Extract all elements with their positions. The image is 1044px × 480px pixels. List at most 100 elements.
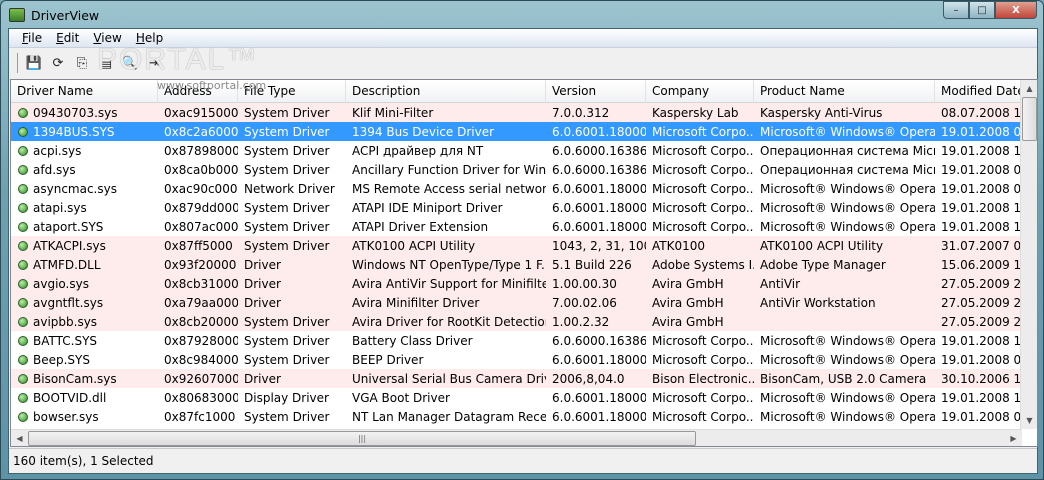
cell-driver-name: atapi.sys (33, 200, 87, 215)
cell-address: 0xac90c000 (164, 181, 238, 196)
driver-list[interactable]: Driver Name Address File Type Description Ve… (10, 79, 1038, 447)
table-row[interactable]: atapi.sys 0x879dd000 System Driver ATAPI ID… (11, 198, 1021, 217)
cell: avipbb.sys (11, 315, 158, 329)
column-modified-date[interactable]: Modified Date (935, 80, 1021, 103)
cell-product-name: AntiVir (760, 276, 801, 291)
cell-description: NT Lan Manager Datagram Recei... (352, 409, 546, 424)
cell-product-name: Kaspersky Anti-Virus (760, 105, 883, 120)
cell-version: 1.00.00.30 (552, 276, 617, 291)
cell-modified-date: 27.05.2009 23:2 (941, 314, 1021, 329)
driver-icon (18, 240, 28, 251)
cell-modified-date: 08.07.2008 14:5 (941, 105, 1021, 120)
cell-version: 1.00.2.32 (552, 314, 610, 329)
driver-icon (18, 202, 28, 213)
cell-product-name: AntiVir Workstation (760, 295, 876, 310)
scroll-right-icon[interactable]: ▶ (1005, 430, 1022, 446)
cell-company: Kaspersky Lab (652, 105, 739, 120)
cell-description: Avira AntiVir Support for Minifilter (352, 276, 546, 291)
table-row[interactable]: BATTC.SYS 0x87928000 System Driver Battery … (11, 331, 1021, 350)
cell-address: 0xa79aa000 (164, 295, 238, 310)
menu-edit[interactable]: Edit (49, 31, 86, 45)
driver-icon (18, 183, 28, 194)
scroll-down-icon[interactable]: ▼ (1021, 412, 1037, 429)
cell-company: Bison Electronic... (652, 371, 754, 386)
cell-company: Adobe Systems I... (652, 257, 754, 272)
table-row[interactable]: avgio.sys 0x8cb31000 Driver Avira AntiVir S… (11, 274, 1021, 293)
maximize-button[interactable]: □ (969, 1, 995, 19)
copy-icon[interactable]: ⎘ (72, 53, 92, 73)
vertical-scroll-thumb[interactable] (1022, 97, 1037, 141)
driver-icon (18, 107, 28, 118)
cell-driver-name: avgntflt.sys (33, 295, 104, 310)
table-row[interactable]: BOOTVID.dll 0x80683000 Display Driver VGA B… (11, 388, 1021, 407)
table-row[interactable]: afd.sys 0x8ca0b000 System Driver Ancillary … (11, 160, 1021, 179)
cell-modified-date: 19.01.2008 08:4 (941, 352, 1021, 367)
column-product-name[interactable]: Product Name (754, 80, 935, 103)
cell-company: Microsoft Corpo... (652, 219, 754, 234)
cell-driver-name: BOOTVID.dll (33, 390, 107, 405)
cell-modified-date: 19.01.2008 10:4 (941, 390, 1021, 405)
column-version[interactable]: Version (546, 80, 646, 103)
horizontal-scroll-thumb[interactable]: ||| (28, 431, 696, 446)
menu-file[interactable]: File (15, 31, 49, 45)
cell-driver-name: ATMFD.DLL (33, 257, 101, 272)
column-company[interactable]: Company (646, 80, 754, 103)
cell-version: 6.0.6001.18000 ... (552, 181, 646, 196)
scroll-left-icon[interactable]: ◀ (11, 430, 28, 446)
app-icon (9, 8, 25, 22)
cell-product-name: Adobe Type Manager (760, 257, 886, 272)
horizontal-scrollbar[interactable]: ◀ ||| ▶ (11, 429, 1022, 446)
cell-modified-date: 30.10.2006 15:5 (941, 371, 1021, 386)
cell-driver-name: BATTC.SYS (33, 333, 98, 348)
table-row[interactable]: ATKACPI.sys 0x87ff5000 System Driver ATK010… (11, 236, 1021, 255)
column-driver-name[interactable]: Driver Name (11, 80, 158, 103)
cell-address: 0x8cb20000 (164, 314, 238, 329)
table-row[interactable]: avgntflt.sys 0xa79aa000 Driver Avira Minifi… (11, 293, 1021, 312)
driver-icon (18, 126, 28, 137)
cell-description: Universal Serial Bus Camera Driver (352, 371, 546, 386)
cell-address: 0x807ac000 (164, 219, 238, 234)
refresh-icon[interactable]: ⟳ (48, 53, 68, 73)
cell: acpi.sys (11, 144, 158, 158)
cell-product-name: Microsoft® Windows® Opera... (760, 390, 935, 405)
table-row[interactable]: bowser.sys 0x87fc1000 System Driver NT Lan … (11, 407, 1021, 426)
driver-icon (18, 259, 28, 270)
minimize-button[interactable]: – (943, 1, 969, 19)
watermark-logo: PORTAL™ (97, 43, 259, 76)
vertical-scrollbar[interactable]: ▲ ▼ (1020, 80, 1037, 429)
cell-file-type: System Driver (244, 219, 330, 234)
table-row[interactable]: Beep.SYS 0x8c984000 System Driver BEEP Driv… (11, 350, 1021, 369)
cell-file-type: Driver (244, 295, 281, 310)
cell-version: 6.0.6000.16386 ... (552, 333, 646, 348)
watermark-url: www.softportal.com (157, 79, 267, 92)
cell-company: Microsoft Corpo... (652, 143, 754, 158)
cell-company: Microsoft Corpo... (652, 181, 754, 196)
cell-address: 0x87898000 (164, 143, 238, 158)
cell-file-type: System Driver (244, 409, 330, 424)
table-row[interactable]: asyncmac.sys 0xac90c000 Network Driver MS R… (11, 179, 1021, 198)
driver-icon (18, 221, 28, 232)
driver-icon (18, 164, 28, 175)
scroll-up-icon[interactable]: ▲ (1021, 80, 1037, 97)
cell-product-name: Операционная система Micr... (760, 162, 935, 177)
column-description[interactable]: Description (346, 80, 546, 103)
cell-company: Microsoft Corpo... (652, 390, 754, 405)
cell-description: ACPI драйвер для NT (352, 143, 484, 158)
table-row[interactable]: avipbb.sys 0x8cb20000 System Driver Avira D… (11, 312, 1021, 331)
table-row[interactable]: BisonCam.sys 0x92607000 Driver Universal Se… (11, 369, 1021, 388)
table-row[interactable]: 1394BUS.SYS 0x8c2a6000 System Driver 1394 B… (11, 122, 1021, 141)
save-icon[interactable]: 💾 (24, 53, 44, 73)
table-row[interactable]: ATMFD.DLL 0x93f20000 Driver Windows NT Open… (11, 255, 1021, 274)
table-row[interactable]: ataport.SYS 0x807ac000 System Driver ATAPI … (11, 217, 1021, 236)
cell-driver-name: bowser.sys (33, 409, 99, 424)
table-row[interactable]: acpi.sys 0x87898000 System Driver ACPI драй… (11, 141, 1021, 160)
cell-file-type: Driver (244, 257, 281, 272)
table-row[interactable]: 09430703.sys 0xac915000 System Driver Klif … (11, 103, 1021, 122)
cell-version: 6.0.6000.16386 ... (552, 162, 646, 177)
cell-version: 2006,8,04.0 (552, 371, 625, 386)
cell-description: Klif Mini-Filter (352, 105, 434, 120)
cell-description: VGA Boot Driver (352, 390, 450, 405)
cell-file-type: System Driver (244, 200, 330, 215)
cell: atapi.sys (11, 201, 158, 215)
close-button[interactable]: X (995, 1, 1037, 19)
